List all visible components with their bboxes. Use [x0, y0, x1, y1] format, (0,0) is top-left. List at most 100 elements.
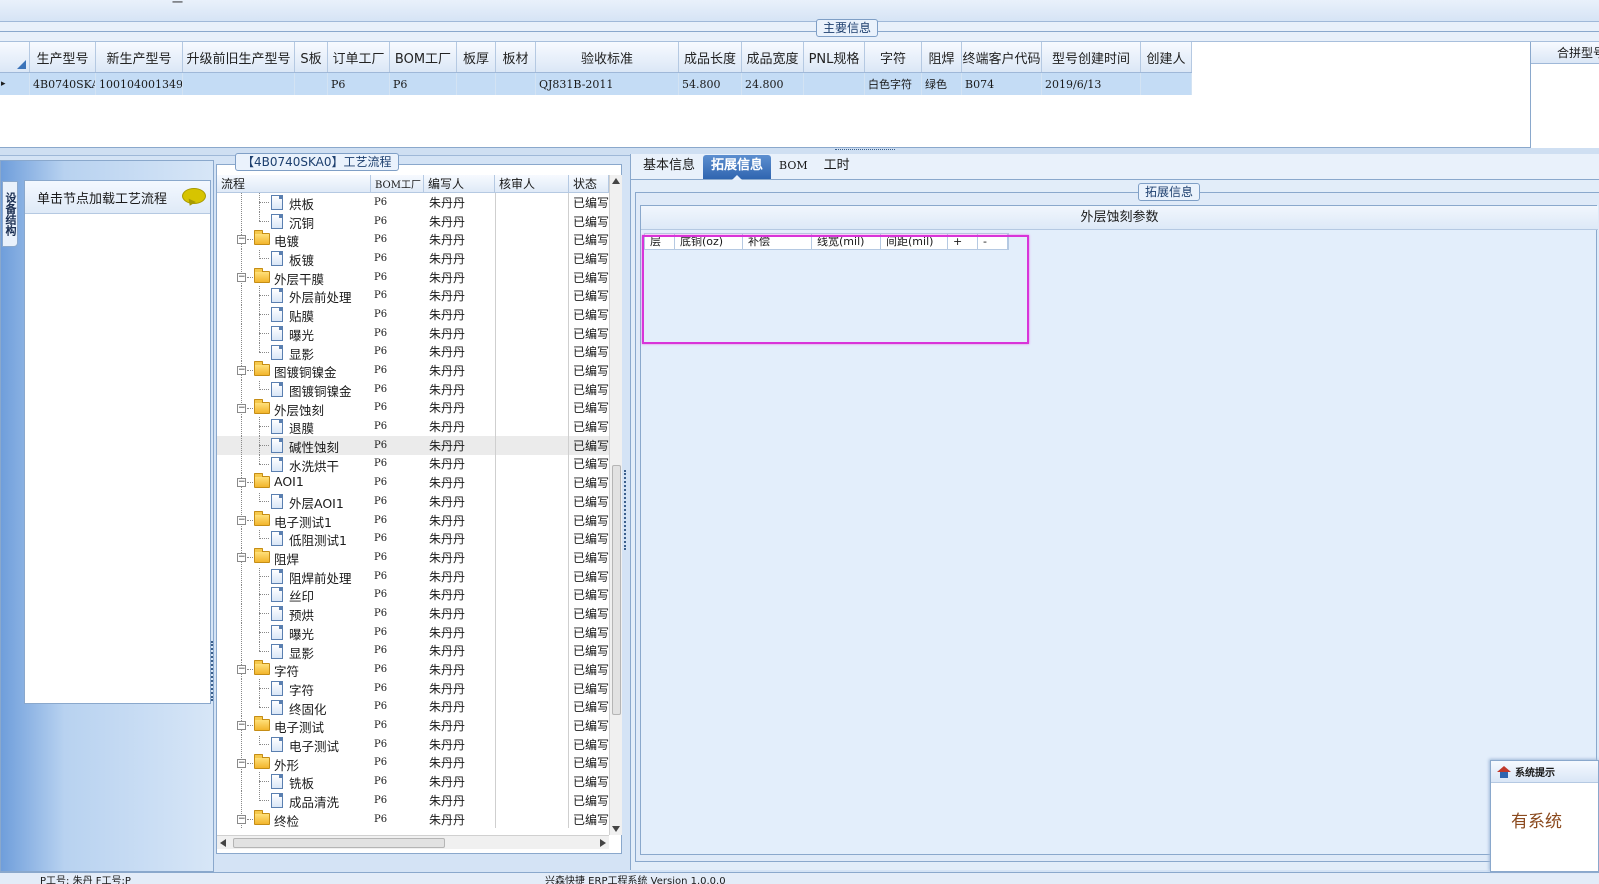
tree-node[interactable]: − 字符: [217, 660, 371, 679]
tree-row[interactable]: 成品清洗 P6 朱丹丹 已编写: [217, 791, 609, 810]
hscroll-thumb[interactable]: [233, 838, 445, 848]
tree-row[interactable]: − 电镀 P6 朱丹丹 已编写: [217, 230, 609, 250]
tree-row[interactable]: 退膜 P6 朱丹丹 已编写: [217, 417, 609, 436]
tree-node[interactable]: 丝印: [217, 585, 371, 605]
tree-row[interactable]: 沉铜 P6 朱丹丹 已编写: [217, 211, 609, 231]
tree-row[interactable]: − 外层干膜 P6 朱丹丹 已编写: [217, 267, 609, 287]
grid-cell[interactable]: 白色字符: [865, 73, 922, 95]
tree-row[interactable]: 电子测试 P6 朱丹丹 已编写: [217, 734, 609, 754]
tree-node[interactable]: 曝光: [217, 323, 371, 343]
tree-node[interactable]: 显影: [217, 342, 371, 362]
grid-col-header[interactable]: PNL规格: [804, 42, 865, 72]
tree-node[interactable]: 字符: [217, 678, 371, 698]
collapse-icon[interactable]: −: [237, 272, 246, 282]
tree-row[interactable]: 碱性蚀刻 P6 朱丹丹 已编写: [217, 435, 609, 455]
tree-row[interactable]: 烘板 P6 朱丹丹 已编写: [217, 193, 609, 212]
tree-row[interactable]: − 外形 P6 朱丹丹 已编写: [217, 753, 609, 773]
tree-row[interactable]: − 图镀铜镍金 P6 朱丹丹 已编写: [217, 361, 609, 380]
grid-col-header[interactable]: 字符: [865, 42, 922, 72]
tree-row[interactable]: 显影 P6 朱丹丹 已编写: [217, 641, 609, 661]
grid-col-header[interactable]: 生产型号: [30, 42, 96, 72]
tree-node[interactable]: − 终检: [217, 809, 371, 829]
col-header-flow[interactable]: 流程: [217, 175, 371, 192]
tree-row[interactable]: 水洗烘干 P6 朱丹丹 已编写: [217, 454, 609, 474]
tree-node[interactable]: − 图镀铜镍金: [217, 361, 371, 380]
tree-row[interactable]: 阻焊前处理 P6 朱丹丹 已编写: [217, 566, 609, 586]
tree-node[interactable]: 水洗烘干: [217, 454, 371, 474]
tree-node[interactable]: − 电子测试1: [217, 510, 371, 530]
tree-node[interactable]: 碱性蚀刻: [217, 435, 371, 455]
grid-cell[interactable]: [457, 73, 496, 95]
tree-node[interactable]: 终固化: [217, 697, 371, 717]
tree-row[interactable]: 曝光 P6 朱丹丹 已编写: [217, 323, 609, 343]
tree-node[interactable]: 外层前处理: [217, 286, 371, 306]
tab-basic-info[interactable]: 基本信息: [635, 155, 703, 179]
collapse-icon[interactable]: −: [237, 553, 246, 563]
tree-row[interactable]: − 电子测试1 P6 朱丹丹 已编写: [217, 510, 609, 530]
tree-row[interactable]: − 外层蚀刻 P6 朱丹丹 已编写: [217, 398, 609, 418]
grid-col-header[interactable]: 板材: [496, 42, 536, 72]
tab-extended-info[interactable]: 拓展信息: [703, 155, 772, 180]
tree-node[interactable]: 曝光: [217, 622, 371, 642]
grid-cell[interactable]: [183, 73, 295, 95]
collapse-icon[interactable]: −: [237, 403, 246, 413]
tree-node[interactable]: − 电子测试: [217, 716, 371, 735]
grid-col-header[interactable]: 创建人: [1141, 42, 1192, 72]
grid-col-header[interactable]: 板厚: [457, 42, 496, 72]
collapse-icon[interactable]: −: [237, 814, 246, 824]
col-header-author[interactable]: 编写人: [424, 175, 495, 192]
tree-node[interactable]: 显影: [217, 641, 371, 661]
node-hint-header[interactable]: 单击节点加载工艺流程: [25, 181, 210, 214]
tree-row[interactable]: 预烘 P6 朱丹丹 已编写: [217, 604, 609, 623]
collapse-icon[interactable]: −: [237, 721, 246, 731]
grid-col-header[interactable]: 型号创建时间: [1042, 42, 1141, 72]
scroll-up-icon[interactable]: [612, 178, 620, 184]
middle-collapse-handle[interactable]: [624, 470, 628, 550]
tree-row[interactable]: 低阻测试1 P6 朱丹丹 已编写: [217, 529, 609, 549]
grid-cell[interactable]: 24.800: [742, 73, 804, 95]
tree-node[interactable]: 成品清洗: [217, 791, 371, 810]
grid-col-header[interactable]: 成品长度: [679, 42, 742, 72]
tree-node[interactable]: − 阻焊: [217, 548, 371, 567]
grid-col-header[interactable]: 验收标准: [536, 42, 679, 72]
tree-node[interactable]: 低阻测试1: [217, 529, 371, 549]
tree-node[interactable]: 沉铜: [217, 211, 371, 231]
tree-node[interactable]: 铣板: [217, 772, 371, 791]
grid-col-header[interactable]: 新生产型号: [96, 42, 183, 72]
scroll-right-icon[interactable]: [600, 839, 606, 847]
tree-row[interactable]: − 阻焊 P6 朱丹丹 已编写: [217, 548, 609, 567]
tree-node[interactable]: 图镀铜镍金: [217, 379, 371, 399]
tree-row[interactable]: 贴膜 P6 朱丹丹 已编写: [217, 305, 609, 324]
tree-node[interactable]: − AOI1: [217, 473, 371, 492]
tree-node[interactable]: 外层AOI1: [217, 492, 371, 511]
tree-node[interactable]: 板镀: [217, 249, 371, 268]
tree-row[interactable]: 外层前处理 P6 朱丹丹 已编写: [217, 286, 609, 306]
scroll-down-icon[interactable]: [612, 826, 620, 832]
grid-cell[interactable]: [295, 73, 328, 95]
grid-cell[interactable]: [804, 73, 865, 95]
table-row[interactable]: ▸ 4B0740SKA010010400134905 P6P6 QJ831B-201…: [0, 73, 1192, 95]
grid-cell[interactable]: 54.800: [679, 73, 742, 95]
grid-corner[interactable]: [0, 42, 30, 72]
tree-horizontal-scrollbar[interactable]: [217, 835, 609, 849]
tree-node[interactable]: − 外层干膜: [217, 267, 371, 287]
tree-row[interactable]: − 电子测试 P6 朱丹丹 已编写: [217, 716, 609, 735]
tree-row[interactable]: 铣板 P6 朱丹丹 已编写: [217, 772, 609, 791]
tree-row[interactable]: 终固化 P6 朱丹丹 已编写: [217, 697, 609, 717]
tab-bom[interactable]: BOM: [771, 155, 816, 179]
grid-col-header[interactable]: S板: [295, 42, 328, 72]
tree-node[interactable]: 退膜: [217, 417, 371, 436]
tree-node[interactable]: − 电镀: [217, 230, 371, 250]
grid-col-header[interactable]: 终端客户代码: [962, 42, 1042, 72]
tree-row[interactable]: 图镀铜镍金 P6 朱丹丹 已编写: [217, 379, 609, 399]
tree-node[interactable]: − 外形: [217, 753, 371, 773]
tree-row[interactable]: − AOI1 P6 朱丹丹 已编写: [217, 473, 609, 492]
grid-col-header[interactable]: 成品宽度: [742, 42, 804, 72]
grid-cell[interactable]: 10010400134905: [96, 73, 183, 95]
grid-cell[interactable]: [1141, 73, 1192, 95]
grid-cell[interactable]: 2019/6/13: [1042, 73, 1141, 95]
grid-col-header[interactable]: BOM工厂: [390, 42, 457, 72]
collapse-icon[interactable]: −: [237, 665, 246, 675]
tree-vertical-scrollbar[interactable]: [609, 175, 622, 835]
grid-cell[interactable]: 4B0740SKA0: [30, 73, 96, 95]
